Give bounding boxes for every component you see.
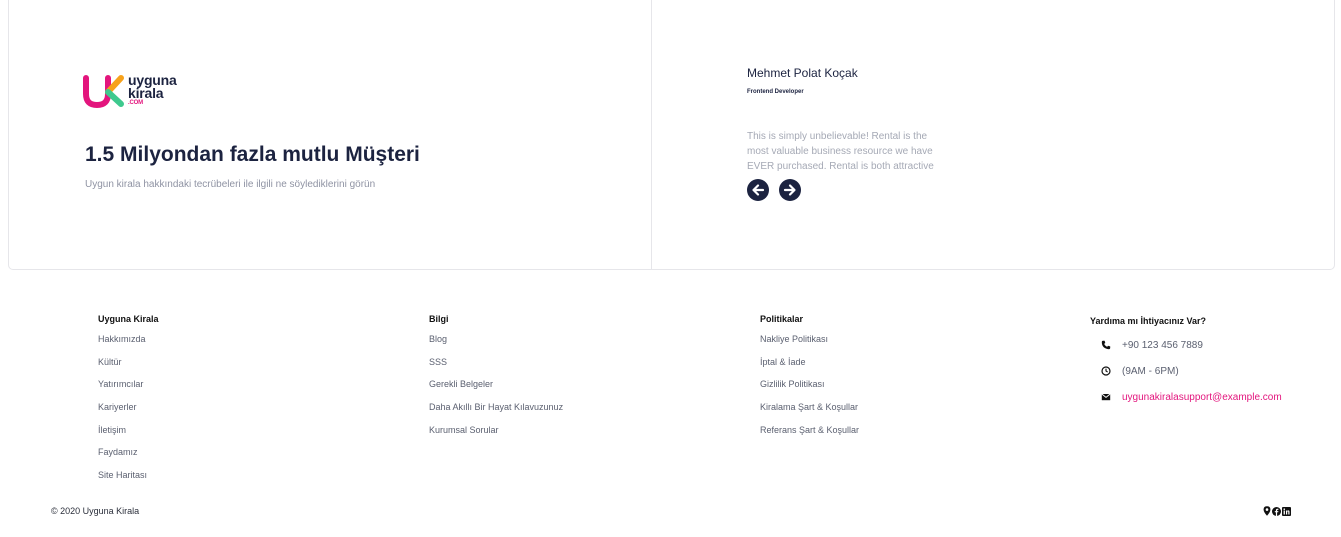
- footer-column-title: Politikalar: [760, 314, 804, 324]
- footer-link[interactable]: Kariyerler: [98, 402, 159, 425]
- logo-wordmark: uyguna kirala .COM: [128, 73, 177, 107]
- footer-column-title: Bilgi: [429, 314, 449, 324]
- footer-link[interactable]: Kültür: [98, 357, 159, 380]
- clock-icon: [1100, 365, 1112, 377]
- footer-link[interactable]: İletişim: [98, 425, 159, 448]
- phone-icon: [1100, 339, 1112, 351]
- carousel-controls: [747, 179, 801, 201]
- testimonial-section: uyguna kirala .COM 1.5 Milyondan fazla m…: [8, 0, 1335, 270]
- arrow-left-icon: [752, 184, 765, 196]
- footer-link[interactable]: Kiralama Şart & Koşullar: [760, 402, 859, 425]
- footer-link[interactable]: Referans Şart & Koşullar: [760, 425, 859, 448]
- help-phone-number: +90 123 456 7889: [1122, 339, 1203, 351]
- facebook-icon[interactable]: [1272, 506, 1281, 516]
- brand-logo[interactable]: uyguna kirala .COM: [83, 73, 193, 110]
- footer-link[interactable]: Kurumsal Sorular: [429, 425, 563, 448]
- social-links: [1262, 506, 1291, 516]
- help-hours-text: (9AM - 6PM): [1122, 365, 1179, 377]
- location-icon[interactable]: [1262, 506, 1271, 516]
- logo-line-2: kirala: [128, 85, 164, 101]
- help-title: Yardıma mı İhtiyacınız Var?: [1090, 316, 1207, 326]
- footer-column-title: Uyguna Kirala: [98, 314, 159, 324]
- footer-link[interactable]: SSS: [429, 357, 563, 380]
- help-phone[interactable]: +90 123 456 7889: [1100, 339, 1203, 351]
- footer-link[interactable]: Hakkımızda: [98, 334, 159, 357]
- footer-column-info: Bilgi Blog SSS Gerekli Belgeler Daha Akı…: [429, 314, 563, 447]
- reviewer-role: Frontend Developer: [747, 89, 804, 95]
- section-divider: [651, 0, 652, 270]
- footer-link[interactable]: Faydamız: [98, 447, 159, 470]
- footer-help: Yardıma mı İhtiyacınız Var? +90 123 456 …: [1090, 316, 1282, 403]
- next-testimonial-button[interactable]: [779, 179, 801, 201]
- footer-link[interactable]: İptal & İade: [760, 357, 859, 380]
- logo-mark-icon: [83, 75, 124, 108]
- footer-link[interactable]: Daha Akıllı Bir Hayat Kılavuzunuz: [429, 402, 563, 425]
- footer-link[interactable]: Nakliye Politikası: [760, 334, 859, 357]
- arrow-right-icon: [783, 184, 796, 196]
- help-email-link[interactable]: uygunakiralasupport@example.com: [1122, 392, 1282, 403]
- reviewer-name: Mehmet Polat Koçak: [747, 66, 858, 80]
- help-hours: (9AM - 6PM): [1100, 365, 1179, 377]
- footer-link[interactable]: Gerekli Belgeler: [429, 379, 563, 402]
- logo-suffix: .COM: [128, 100, 143, 106]
- footer-link[interactable]: Gizlilik Politikası: [760, 379, 859, 402]
- mail-icon: [1100, 391, 1112, 403]
- testimonial-subline: Uygun kirala hakkındaki tecrübeleri ile …: [85, 179, 376, 190]
- prev-testimonial-button[interactable]: [747, 179, 769, 201]
- review-quote: This is simply unbelievable! Rental is t…: [747, 131, 934, 172]
- footer-column-policies: Politikalar Nakliye Politikası İptal & İ…: [760, 314, 859, 447]
- footer-link[interactable]: Yatırımcılar: [98, 379, 159, 402]
- copyright-text: © 2020 Uyguna Kirala: [51, 506, 140, 516]
- footer-column-company: Uyguna Kirala Hakkımızda Kültür Yatırımc…: [98, 314, 159, 493]
- testimonial-headline: 1.5 Milyondan fazla mutlu Müşteri: [85, 143, 420, 166]
- linkedin-icon[interactable]: [1282, 506, 1291, 516]
- footer-link[interactable]: Site Haritası: [98, 470, 159, 493]
- help-email[interactable]: uygunakiralasupport@example.com: [1100, 391, 1282, 403]
- footer-link[interactable]: Blog: [429, 334, 563, 357]
